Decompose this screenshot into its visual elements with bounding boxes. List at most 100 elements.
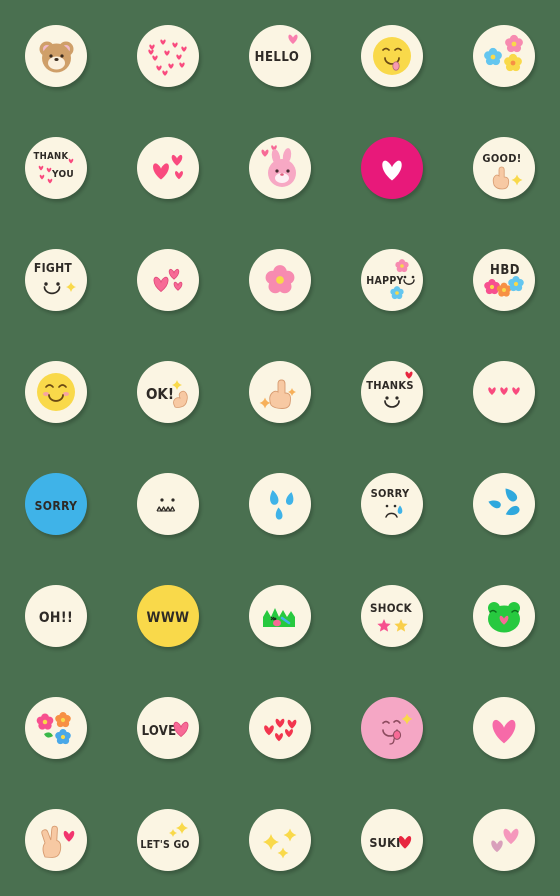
- svg-text:LET'S GO: LET'S GO: [140, 839, 189, 851]
- sticker-art-frog-face: [488, 602, 520, 633]
- sticker-cell-sorry-blue: SORRYSORRY: [0, 448, 112, 560]
- sticker-cell-tongue-smiley: [336, 0, 448, 112]
- sticker-peace-sign[interactable]: [25, 809, 87, 871]
- sticker-ok[interactable]: OK!OK!: [137, 361, 199, 423]
- sticker-cell-pink-hearts-trio: [112, 224, 224, 336]
- sticker-art-shock: SHOCK: [370, 601, 413, 632]
- sticker-art-tongue-smiley: [373, 37, 411, 75]
- sticker-cell-pink-tongue-face: [336, 672, 448, 784]
- sticker-bunny-face[interactable]: [249, 137, 311, 199]
- sticker-cell-grass-character: [224, 560, 336, 672]
- sticker-suki[interactable]: SUKISUKI: [361, 809, 423, 871]
- svg-text:FIGHT: FIGHT: [34, 261, 72, 275]
- sticker-art-five-hearts: [264, 718, 297, 742]
- sticker-pink-hearts-trio[interactable]: [137, 249, 199, 311]
- sticker-hearts-scatter[interactable]: [137, 25, 199, 87]
- sticker-cell-big-hearts: [112, 112, 224, 224]
- sticker-pink-flower[interactable]: [249, 249, 311, 311]
- sticker-art-hearts-scatter: [148, 39, 187, 76]
- sticker-art-heart-badge: [382, 160, 402, 181]
- sticker-hello[interactable]: HELLOHELLO: [249, 25, 311, 87]
- sticker-cell-pink-flower: [224, 224, 336, 336]
- sticker-art-good: GOOD!: [482, 152, 523, 190]
- sticker-art-thanks: THANKS: [366, 371, 413, 408]
- svg-text:SHOCK: SHOCK: [370, 601, 413, 615]
- sticker-two-teardrops[interactable]: [249, 473, 311, 535]
- sticker-art-love: LOVE: [142, 721, 189, 739]
- sticker-three-small-hearts[interactable]: [473, 361, 535, 423]
- sticker-art-hello: HELLO: [255, 34, 300, 65]
- sticker-two-pink-hearts[interactable]: [473, 809, 535, 871]
- sticker-grass-character[interactable]: [249, 585, 311, 647]
- sticker-lets-go[interactable]: LET'S GOLET'S GO: [137, 809, 199, 871]
- sticker-five-hearts[interactable]: [249, 697, 311, 759]
- sticker-thanks[interactable]: THANKSTHANKS: [361, 361, 423, 423]
- sticker-fight[interactable]: FIGHTFIGHT: [25, 249, 87, 311]
- sticker-cell-five-hearts: [224, 672, 336, 784]
- sticker-sorry-blue[interactable]: SORRYSORRY: [25, 473, 87, 535]
- sticker-tongue-smiley[interactable]: [361, 25, 423, 87]
- sticker-cell-single-pink-heart: [448, 672, 560, 784]
- sticker-bear-face[interactable]: [25, 25, 87, 87]
- sticker-art-hbd: HBD: [484, 263, 524, 297]
- sticker-shock[interactable]: SHOCKSHOCK: [361, 585, 423, 647]
- svg-text:YOU: YOU: [51, 169, 74, 180]
- sticker-cell-sparkles: [224, 784, 336, 896]
- sticker-cell-suki: SUKISUKI: [336, 784, 448, 896]
- sticker-thank-you[interactable]: THANK YOUTHANK YOU: [25, 137, 87, 199]
- svg-text:HELLO: HELLO: [255, 50, 300, 65]
- sticker-happy[interactable]: HAPPYHAPPY: [361, 249, 423, 311]
- sticker-art-grass-character: [263, 608, 295, 627]
- sticker-art-ok: OK!: [146, 380, 188, 408]
- sticker-good[interactable]: GOOD!GOOD!: [473, 137, 535, 199]
- sticker-art-three-small-hearts: [488, 387, 520, 395]
- sticker-single-pink-heart[interactable]: [473, 697, 535, 759]
- sticker-pink-tongue-face[interactable]: [361, 697, 423, 759]
- sticker-frog-face[interactable]: [473, 585, 535, 647]
- sticker-hbd[interactable]: HBDHBD: [473, 249, 535, 311]
- sticker-love[interactable]: LOVELOVE: [137, 697, 199, 759]
- sticker-cell-two-pink-hearts: [448, 784, 560, 896]
- sticker-sparkles[interactable]: [249, 809, 311, 871]
- sticker-cell-bunny-face: [224, 112, 336, 224]
- sticker-oh[interactable]: OH!!OH!!: [25, 585, 87, 647]
- sticker-art-two-teardrops: [270, 490, 294, 520]
- sticker-art-sparkles: [263, 828, 297, 859]
- sticker-art-suki: SUKI: [369, 835, 412, 850]
- sticker-cell-happy: HAPPYHAPPY: [336, 224, 448, 336]
- sticker-cell-blush-smiley: [0, 336, 112, 448]
- sticker-cell-ok: OK!OK!: [112, 336, 224, 448]
- sticker-art-sorry-blue: SORRY: [35, 499, 78, 513]
- sticker-heart-badge[interactable]: [361, 137, 423, 199]
- sticker-art-lets-go: LET'S GO: [140, 822, 189, 851]
- sticker-cell-hello: HELLOHELLO: [224, 0, 336, 112]
- sticker-cell-hearts-scatter: [112, 0, 224, 112]
- sticker-zigzag-mouth-face[interactable]: [137, 473, 199, 535]
- sticker-cell-thank-you: THANK YOUTHANK YOU: [0, 112, 112, 224]
- svg-text:OK!: OK!: [146, 385, 174, 403]
- sticker-cell-bear-face: [0, 0, 112, 112]
- sticker-cell-thumbs-up: [224, 336, 336, 448]
- sticker-three-flowers[interactable]: [473, 25, 535, 87]
- sticker-sorry-crying[interactable]: SORRYSORRY: [361, 473, 423, 535]
- sticker-blush-smiley[interactable]: [25, 361, 87, 423]
- sticker-thumbs-up[interactable]: [249, 361, 311, 423]
- sticker-flower-bouquet[interactable]: [25, 697, 87, 759]
- sticker-cell-sorry-crying: SORRYSORRY: [336, 448, 448, 560]
- sticker-big-hearts[interactable]: [137, 137, 199, 199]
- sticker-cell-zigzag-mouth-face: [112, 448, 224, 560]
- sticker-cell-splash-drops: [448, 448, 560, 560]
- sticker-art-bear-face: [39, 41, 74, 73]
- sticker-cell-peace-sign: [0, 784, 112, 896]
- svg-text:OH!!: OH!!: [39, 610, 73, 626]
- sticker-cell-hbd: HBDHBD: [448, 224, 560, 336]
- sticker-art-two-pink-hearts: [491, 828, 519, 853]
- svg-text:SUKI: SUKI: [369, 835, 400, 850]
- svg-text:SORRY: SORRY: [35, 499, 78, 513]
- sticker-art-oh: OH!!: [39, 610, 73, 626]
- sticker-art-three-flowers: [484, 34, 523, 72]
- sticker-splash-drops[interactable]: [473, 473, 535, 535]
- sticker-cell-good: GOOD!GOOD!: [448, 112, 560, 224]
- sticker-cell-three-small-hearts: [448, 336, 560, 448]
- sticker-www-yellow[interactable]: WWWWWW: [137, 585, 199, 647]
